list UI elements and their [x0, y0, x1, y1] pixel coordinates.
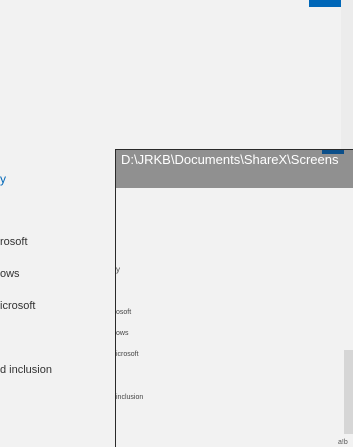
- viewer-accent-tab: [322, 150, 344, 154]
- background-menu-item[interactable]: d inclusion: [0, 363, 52, 377]
- viewer-title: D:\JRKB\Documents\ShareX\Screens: [121, 152, 339, 167]
- screenshot-marker: y: [116, 265, 120, 274]
- background-menu-item[interactable]: icrosoft: [0, 299, 35, 313]
- screenshot-menu-item: icrosoft: [116, 351, 139, 358]
- screenshot-scrollbar: [344, 350, 353, 434]
- image-viewer-window[interactable]: D:\JRKB\Documents\ShareX\Screens y osoft…: [115, 149, 353, 447]
- corner-text: a!b: [338, 439, 348, 446]
- background-menu-item[interactable]: rosoft: [0, 235, 28, 249]
- background-menu-item[interactable]: ows: [0, 267, 20, 281]
- background-link[interactable]: y: [0, 172, 6, 186]
- viewer-titlebar[interactable]: D:\JRKB\Documents\ShareX\Screens: [116, 150, 353, 188]
- accent-tab: [309, 0, 341, 7]
- screenshot-menu-item: osoft: [116, 309, 132, 316]
- screenshot-menu-item: inclusion: [116, 394, 144, 401]
- screenshot-menu-item: ows: [116, 330, 129, 337]
